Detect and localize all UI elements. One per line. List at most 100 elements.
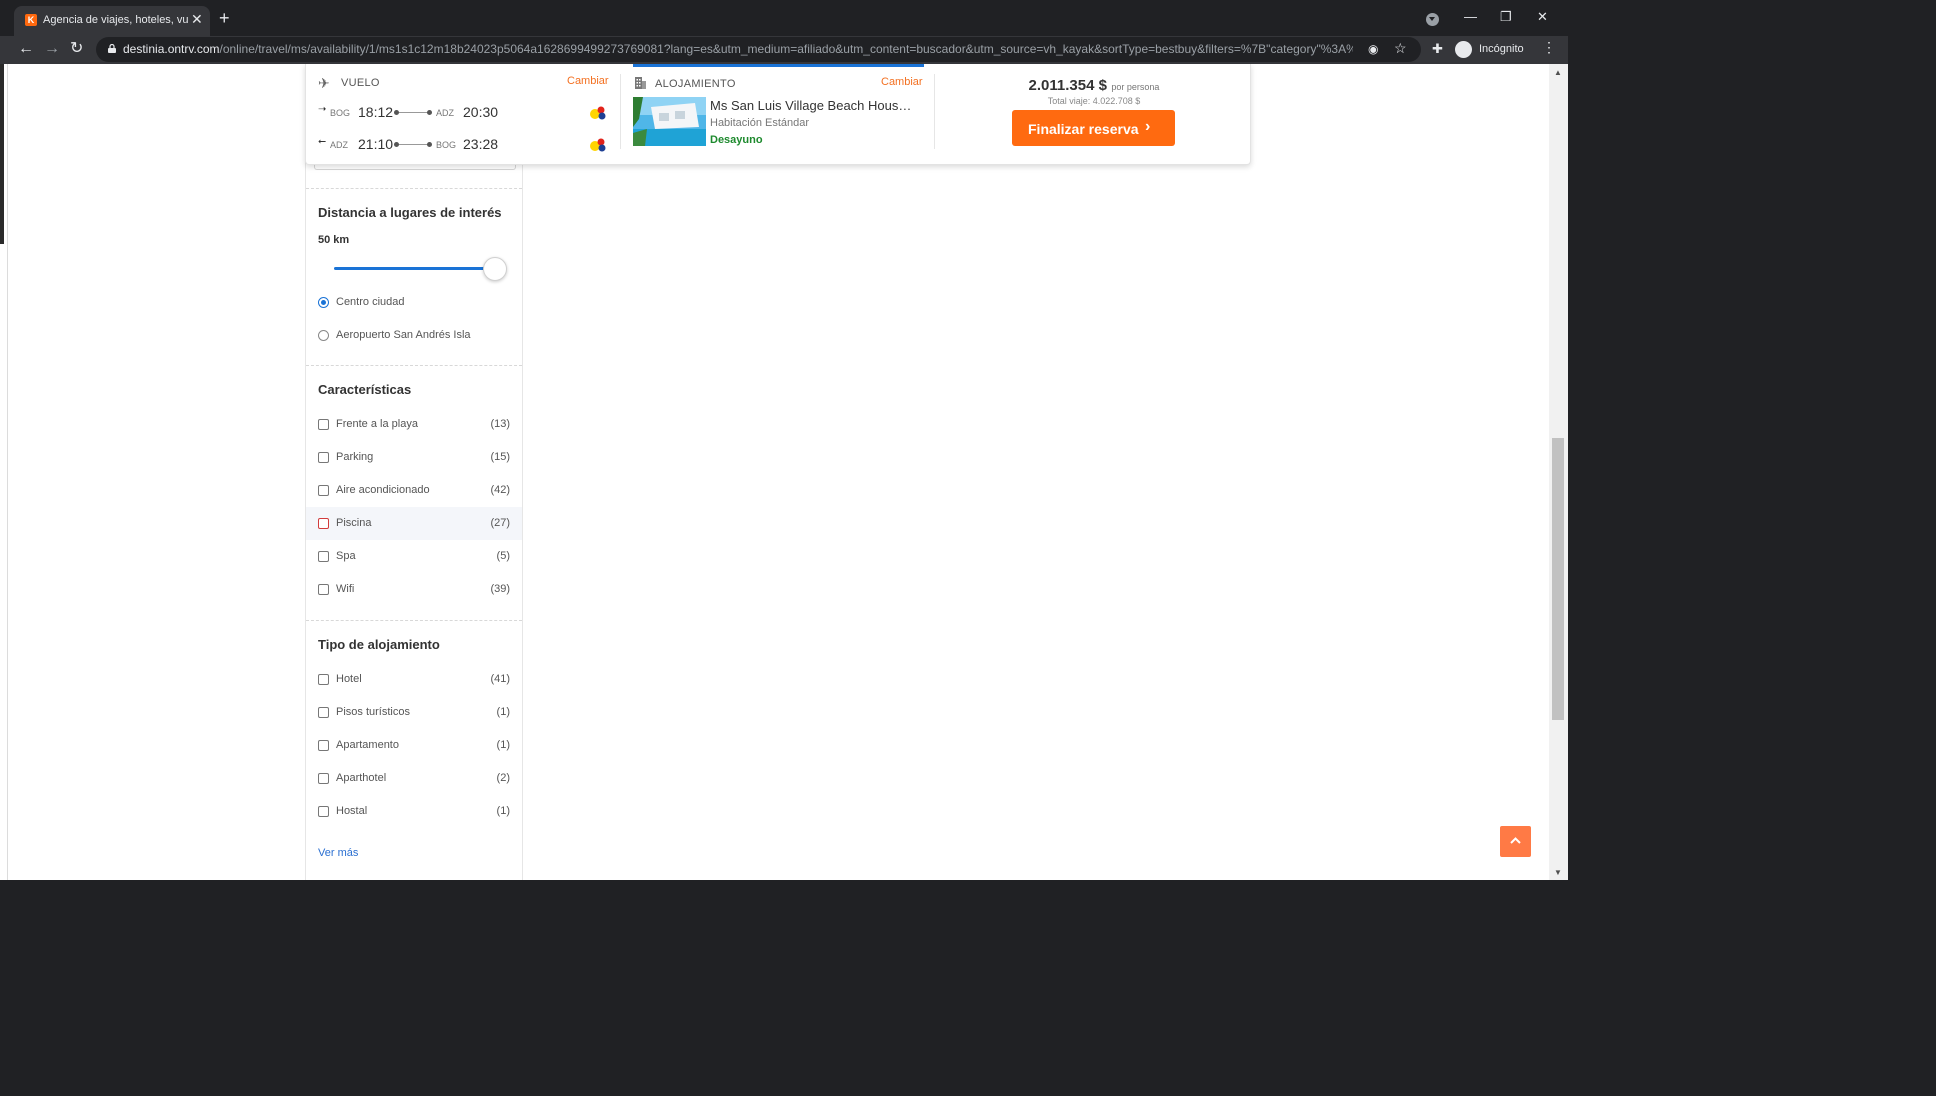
divider	[934, 74, 935, 149]
window-bottom-edge	[0, 880, 1568, 888]
change-flight-link[interactable]: Cambiar	[567, 75, 609, 87]
filter-count: (5)	[496, 550, 510, 562]
filter-count: (1)	[496, 706, 510, 718]
filter-label: Wifi	[336, 583, 355, 595]
radio-button[interactable]	[318, 330, 329, 341]
filter-count: (41)	[490, 673, 510, 685]
forward-icon[interactable]: →	[44, 40, 60, 58]
filter-aparthotel[interactable]: Aparthotel (2)	[306, 762, 522, 795]
scrollbar-thumb[interactable]	[1552, 438, 1564, 720]
airline-logo-icon	[590, 138, 606, 152]
radio-button[interactable]	[318, 297, 329, 308]
filter-aire-acondicionado[interactable]: Aire acondicionado (42)	[306, 474, 522, 507]
browser-toolbar: ← → ↻ destinia.ontrv.com/online/travel/m…	[0, 36, 1568, 64]
filter-piscina[interactable]: Piscina (27)	[306, 507, 522, 540]
finish-booking-button[interactable]: Finalizar reserva ›	[1012, 110, 1175, 146]
filter-hostal[interactable]: Hostal (1)	[306, 795, 522, 828]
address-bar[interactable]: destinia.ontrv.com/online/travel/ms/avai…	[96, 37, 1421, 62]
filter-label: Pisos turísticos	[336, 706, 410, 718]
destination-airport: ADZ	[436, 108, 454, 118]
destination-airport: BOG	[436, 140, 457, 150]
new-tab-icon[interactable]: +	[219, 9, 230, 27]
checkbox[interactable]	[318, 584, 329, 595]
tab-search-icon[interactable]	[1426, 13, 1439, 26]
filter-label: Hotel	[336, 673, 362, 685]
checkbox[interactable]	[318, 806, 329, 817]
filter-frente-playa[interactable]: Frente a la playa (13)	[306, 408, 522, 441]
incognito-icon	[1455, 41, 1472, 58]
route-line	[394, 142, 432, 147]
finish-booking-label: Finalizar reserva	[1028, 121, 1139, 137]
hotel-name[interactable]: Ms San Luis Village Beach House ...	[710, 98, 918, 113]
page-viewport: Distancia a lugares de interés 50 km Cen…	[8, 64, 1549, 880]
origin-airport: BOG	[330, 108, 351, 118]
distance-title: Distancia a lugares de interés	[318, 205, 502, 220]
checkbox[interactable]	[318, 773, 329, 784]
hotel-photo[interactable]	[633, 97, 706, 146]
filter-label: Frente a la playa	[336, 418, 418, 430]
filter-label: Piscina	[336, 517, 372, 529]
back-to-top-button[interactable]	[1500, 826, 1531, 857]
checkbox[interactable]	[318, 551, 329, 562]
filter-count: (27)	[490, 517, 510, 529]
eye-off-icon[interactable]: ◉	[1368, 42, 1378, 56]
divider	[306, 620, 522, 621]
extensions-puzzle-icon[interactable]: ✚	[1432, 41, 1443, 57]
checkbox[interactable]	[318, 674, 329, 685]
bookmark-star-icon[interactable]: ☆	[1394, 40, 1407, 57]
checkbox[interactable]	[318, 707, 329, 718]
checkbox[interactable]	[318, 740, 329, 751]
checkbox[interactable]	[318, 452, 329, 463]
reload-icon[interactable]: ↻	[70, 40, 83, 58]
filter-count: (39)	[490, 583, 510, 595]
see-more-link[interactable]: Ver más	[318, 847, 358, 859]
page-scrollbar[interactable]: ▲ ▼	[1549, 64, 1568, 880]
room-type: Habitación Estándar	[710, 117, 810, 129]
kayak-favicon-icon: K	[25, 14, 37, 26]
filter-count: (2)	[496, 772, 510, 784]
price-per-person: 2.011.354 $ por persona	[946, 77, 1242, 95]
distance-slider-handle[interactable]	[483, 257, 507, 281]
url-host: destinia.ontrv.com	[123, 42, 220, 56]
back-icon[interactable]: ←	[18, 40, 34, 58]
filter-label: Aparthotel	[336, 772, 387, 784]
browser-tab[interactable]: K Agencia de viajes, hoteles, vuelos ✕	[14, 6, 210, 36]
accommodation-section-label: ALOJAMIENTO	[655, 78, 736, 90]
filter-parking[interactable]: Parking (15)	[306, 441, 522, 474]
filter-count: (1)	[496, 739, 510, 751]
checkbox[interactable]	[318, 485, 329, 496]
booking-summary-bar: ✈ VUELO Cambiar ➝ BOG 18:12 ADZ 20:30 ⭠ …	[305, 64, 1251, 165]
price-unit: por persona	[1111, 82, 1160, 92]
restore-icon[interactable]: ❐	[1500, 10, 1512, 24]
distance-slider-track[interactable]	[334, 267, 496, 270]
close-tab-icon[interactable]: ✕	[191, 12, 203, 26]
total-price: Total viaje: 4.022.708 $	[1047, 96, 1141, 106]
filter-spa[interactable]: Spa (5)	[306, 540, 522, 573]
arrow-right-icon: ➝	[318, 104, 327, 115]
incognito-label: Incógnito	[1479, 43, 1524, 55]
filter-label: Spa	[336, 550, 356, 562]
filter-wifi[interactable]: Wifi (39)	[306, 573, 522, 606]
arrival-time: 20:30	[463, 104, 499, 120]
airplane-icon: ✈	[318, 75, 330, 91]
price-amount: 2.011.354 $	[1028, 77, 1107, 94]
lock-icon	[108, 44, 116, 53]
filter-count: (1)	[496, 805, 510, 817]
scroll-up-icon[interactable]: ▲	[1554, 68, 1562, 77]
change-hotel-link[interactable]: Cambiar	[881, 76, 923, 88]
close-window-icon[interactable]: ✕	[1537, 10, 1548, 24]
filter-pisos-turisticos[interactable]: Pisos turísticos (1)	[306, 696, 522, 729]
checkbox[interactable]	[318, 419, 329, 430]
minimize-icon[interactable]: —	[1464, 10, 1477, 24]
scroll-down-icon[interactable]: ▼	[1554, 868, 1562, 877]
filter-hotel[interactable]: Hotel (41)	[306, 663, 522, 696]
features-title: Características	[318, 382, 412, 397]
flight-section-label: VUELO	[341, 77, 380, 89]
flight-leg-outbound: ➝ BOG 18:12 ADZ 20:30	[318, 103, 614, 123]
chevron-right-icon: ›	[1145, 118, 1151, 135]
route-line	[394, 110, 432, 115]
departure-time: 21:10	[358, 136, 394, 152]
filter-apartamento[interactable]: Apartamento (1)	[306, 729, 522, 762]
kebab-menu-icon[interactable]: ⋮	[1542, 39, 1556, 56]
checkbox[interactable]	[318, 518, 329, 529]
